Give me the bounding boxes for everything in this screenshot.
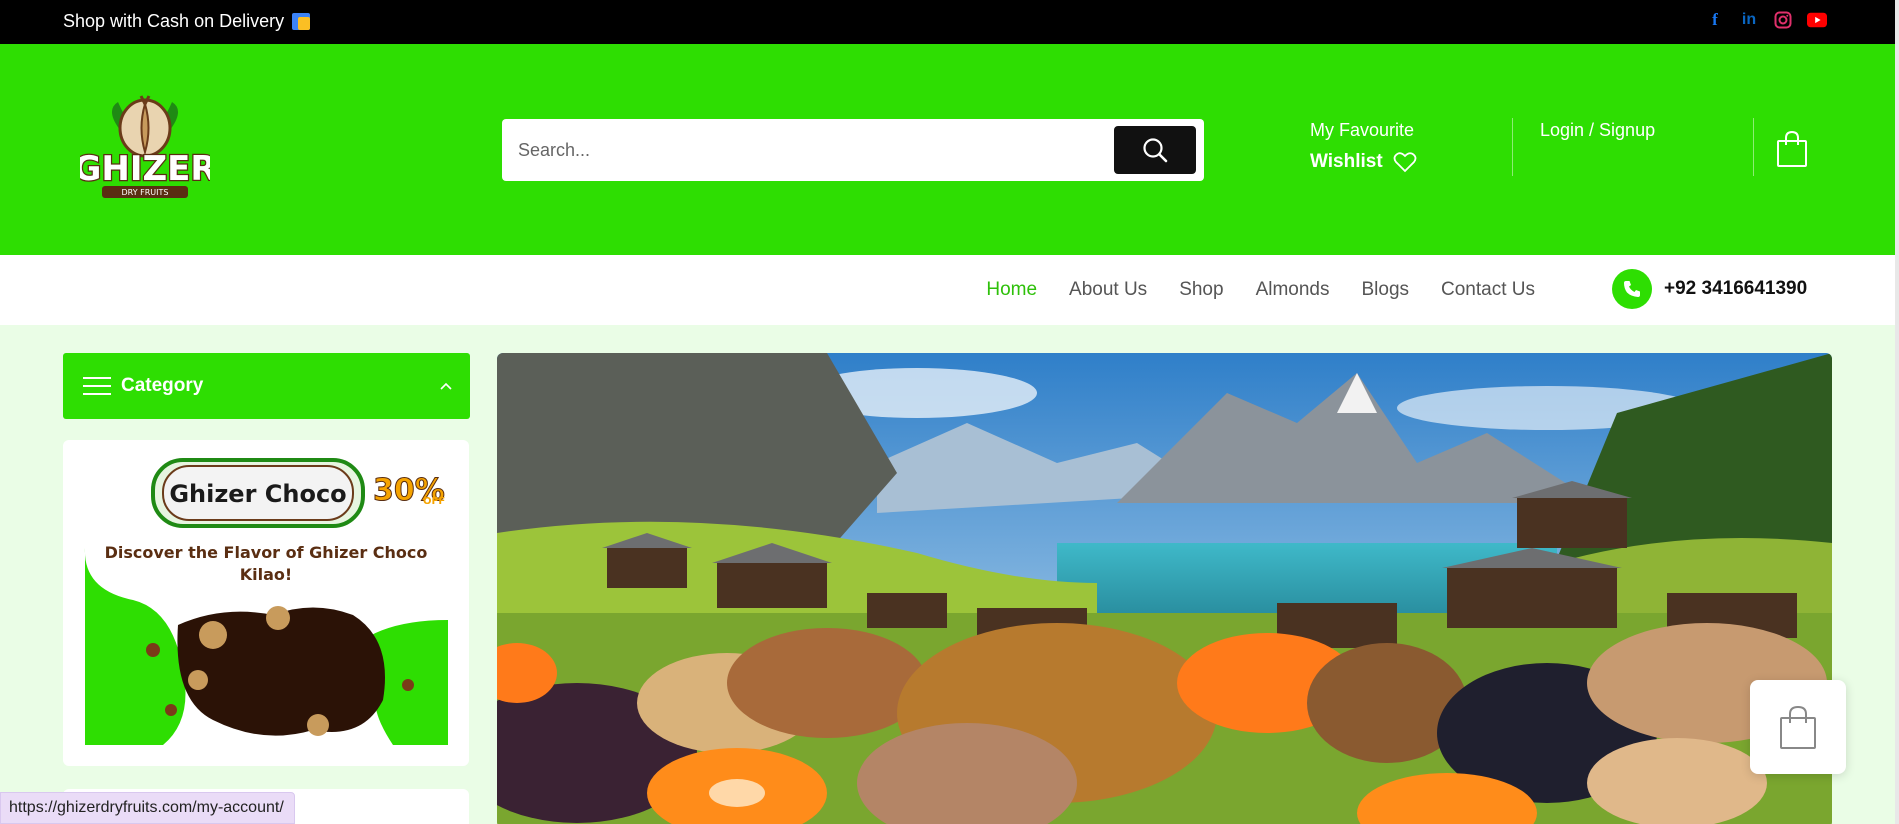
search-input[interactable] [518,133,1078,167]
category-title: Category [121,375,204,396]
youtube-icon[interactable] [1807,8,1827,32]
promo-banner: Shop with Cash on Delivery [63,11,311,32]
menu-icon [83,377,111,401]
floating-cart-button[interactable] [1750,680,1846,774]
phone-contact[interactable]: +92 3416641390 [1612,269,1807,309]
login-signup-link[interactable]: Login / Signup [1540,120,1655,141]
promo-brand: Ghizer Choco [169,480,346,508]
facebook-icon[interactable]: f [1705,8,1725,32]
page-scrollbar[interactable] [1895,0,1899,824]
promo-badge-sub: OFF [423,496,445,507]
nav-shop[interactable]: Shop [1179,279,1223,301]
promo-banner-image: Ghizer Choco 30% OFF Discover the Flavor… [84,458,448,745]
hero-banner[interactable] [497,353,1832,824]
svg-text:Discover the Flavor of Ghizer: Discover the Flavor of Ghizer Choco [105,543,428,562]
nav-about-us[interactable]: About Us [1069,279,1147,301]
social-links: f in [1705,8,1827,32]
logo-text: GHIZER [80,149,210,189]
phone-number: +92 3416641390 [1664,278,1808,299]
nav-almonds[interactable]: Almonds [1256,279,1330,301]
cart-icon[interactable] [1776,130,1808,173]
logo-subtext: DRY FRUITS [122,188,169,197]
hero-landscape-image [497,353,1832,824]
main-menu: Home About Us Shop Almonds Blogs Contact… [986,279,1535,301]
linkedin-icon[interactable]: in [1739,8,1759,32]
heart-icon [1393,152,1417,173]
shopping-bag-icon [1780,705,1816,749]
chevron-up-icon [440,377,452,393]
nav-home[interactable]: Home [986,279,1037,301]
browser-status-url: https://ghizerdryfruits.com/my-account/ [0,792,295,824]
site-header: GHIZER DRY FRUITS My Favourite Wishlist … [0,44,1895,255]
search-icon [1143,138,1168,163]
instagram-icon[interactable] [1773,8,1793,32]
nav-contact-us[interactable]: Contact Us [1441,279,1535,301]
header-divider [1753,118,1754,176]
search-bar [502,119,1204,181]
header-divider [1512,118,1513,176]
main-navigation-bar: Home About Us Shop Almonds Blogs Contact… [0,255,1895,325]
top-announcement-bar: Shop with Cash on Delivery f in [0,0,1899,44]
ghizer-logo[interactable]: GHIZER DRY FRUITS [72,90,218,205]
wishlist-link[interactable]: My Favourite Wishlist [1310,120,1417,173]
shopping-bags-icon [292,13,311,30]
wishlist-label: Wishlist [1310,151,1383,172]
promo-card-ghizer-choco[interactable]: Ghizer Choco 30% OFF Discover the Flavor… [63,440,469,766]
promo-text: Shop with Cash on Delivery [63,11,285,31]
category-toggle[interactable]: Category [63,353,470,419]
nav-blogs[interactable]: Blogs [1361,279,1409,301]
search-button[interactable] [1114,126,1196,174]
wishlist-caption: My Favourite [1310,120,1415,140]
svg-text:Kilao!: Kilao! [240,565,292,584]
phone-icon [1612,269,1652,309]
